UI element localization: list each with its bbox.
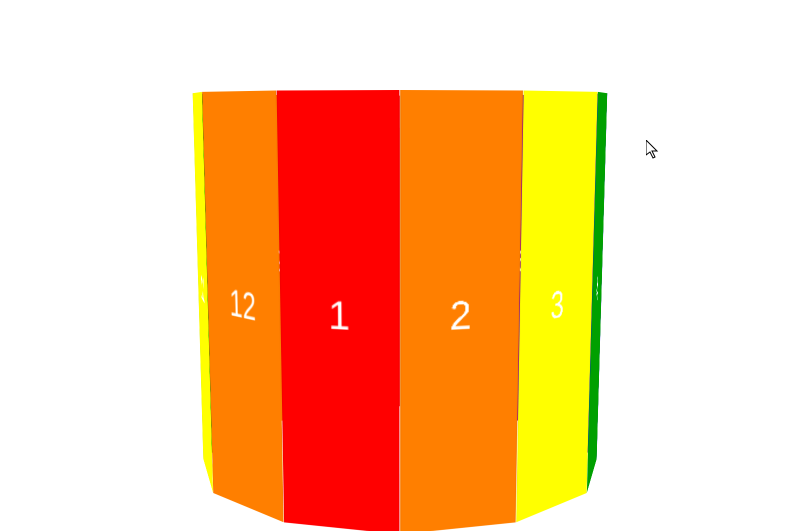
carousel-panel-1[interactable]: 1	[277, 91, 400, 531]
carousel-panel-12[interactable]: 12	[202, 91, 284, 523]
cursor-icon	[646, 140, 662, 160]
panel-label: 2	[450, 293, 472, 340]
carousel-scene: 1 2 3 4 5 6 7 8 9 10 11 12	[400, 281, 401, 282]
panel-label: 12	[229, 282, 256, 331]
carousel-panel-2[interactable]: 2	[400, 91, 523, 531]
panel-label: 4	[596, 268, 599, 311]
panel-label: 3	[550, 283, 564, 330]
panel-label: 11	[201, 267, 205, 313]
carousel-panel-3[interactable]: 3	[516, 91, 598, 523]
panel-label: 1	[328, 293, 350, 340]
